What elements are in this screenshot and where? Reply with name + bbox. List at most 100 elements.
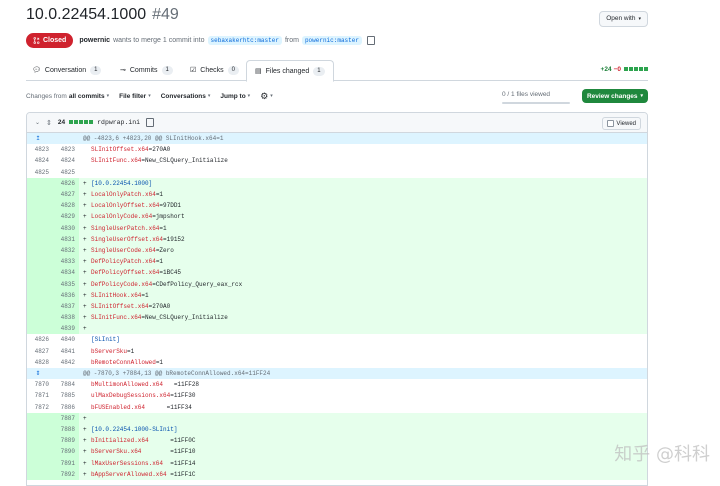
conversations-dropdown[interactable]: Conversations ▾ [161, 93, 211, 100]
tab-files-changed[interactable]: ▤ Files changed 1 [246, 60, 334, 82]
old-line-number [27, 256, 53, 268]
review-changes-button[interactable]: Review changes ▾ [582, 89, 648, 103]
diff-line-row: 4823 4823 SLInitOffset.x64 =270A0 [27, 144, 647, 156]
tab-checks[interactable]: ☑ Checks 0 [190, 60, 239, 80]
ini-key: bAppServerAllowed.x64 [91, 470, 167, 478]
diff-line-row: 4831 + SingleUserOffset.x64 =19152 [27, 233, 647, 245]
checkbox-icon [607, 120, 615, 127]
diff-line-row: 4825 4825 [27, 166, 647, 178]
new-line-number: 4832 [53, 244, 79, 257]
open-with-button[interactable]: Open with ▾ [599, 11, 648, 27]
ini-value: =CDefPolicy_Query_eax_rcx [152, 280, 243, 288]
jump-to-label: Jump to [220, 92, 246, 100]
viewed-checkbox[interactable]: Viewed [602, 117, 641, 130]
old-line-number [27, 435, 53, 447]
file-filter-dropdown[interactable]: File filter ▾ [119, 93, 151, 100]
copy-icon[interactable] [366, 35, 375, 45]
expand-icon[interactable]: ⇕ [27, 367, 53, 380]
review-changes-label: Review changes [586, 92, 638, 100]
old-line-number [27, 323, 53, 335]
diff-prefix: + [83, 235, 87, 243]
diff-prefix: + [83, 258, 87, 266]
tab-label: Conversation [44, 66, 87, 74]
open-with-label: Open with [606, 15, 636, 22]
new-line-number: 4833 [53, 256, 79, 268]
code-line: + SingleUserPatch.x64 =1 [79, 222, 647, 234]
file-header: ⌄ ⇕ 24 rdpwrap.ini Viewed [27, 113, 647, 133]
ini-key: SLInitOffset.x64 [91, 302, 149, 310]
diff-prefix [83, 169, 91, 176]
code-line: + [79, 412, 647, 424]
chevron-down-icon: ▾ [106, 93, 110, 99]
code-line [79, 166, 647, 178]
old-line-number [27, 244, 53, 257]
diff-prefix: + [83, 224, 87, 232]
changes-from-dropdown[interactable]: Changes from all commits ▾ [26, 93, 109, 100]
code-line: + lMaxUserSessions.x64 =11FF14 [79, 457, 647, 469]
tab-commits[interactable]: ⊸ Commits 1 [120, 60, 173, 80]
ini-key: bRemoteConnAllowed [91, 358, 156, 366]
new-line-number [53, 367, 79, 380]
from-text: from [284, 36, 299, 44]
diff-prefix: + [83, 470, 87, 478]
diff-prefix [83, 157, 91, 164]
new-line-number: 4838 [53, 312, 79, 324]
diff-line-row: 7888 + [10.0.22454.1000-SLInit] [27, 423, 647, 436]
diff-line-row: 4834 + DefPolicyOffset.x64 =1BC45 [27, 267, 647, 279]
diff-prefix [83, 404, 91, 411]
new-line-number: 4829 [53, 211, 79, 223]
old-line-number [27, 211, 53, 223]
chevron-down-icon[interactable]: ⌄ [35, 119, 40, 126]
checks-icon: ☑ [190, 67, 197, 74]
ini-value: =Zero [155, 246, 174, 254]
expand-icon[interactable]: ↥ [27, 133, 53, 145]
ini-value: =1 [155, 258, 164, 266]
new-line-number: 4841 [60, 347, 75, 355]
files-viewed-progress [502, 102, 570, 104]
ini-key: SingleUserOffset.x64 [91, 235, 164, 243]
hunk-header-row[interactable]: ↥ @@ -4823,6 +4823,20 @@ SLInitHook.x64=1 [27, 133, 647, 145]
code-line: + SingleUserOffset.x64 =19152 [79, 233, 647, 245]
tab-label: Checks [200, 66, 224, 74]
new-line-number: 4840 [60, 336, 75, 344]
author-link[interactable]: powernic [79, 37, 110, 44]
hunk-header-row[interactable]: ⇕ @@ -7870,3 +7884,13 @@ bRemoteConnAllow… [27, 367, 647, 380]
tab-count: 1 [90, 65, 102, 75]
code-line: bServerSku =1 [79, 345, 647, 357]
tab-label: Files changed [265, 67, 310, 75]
diffstat-bar [623, 66, 648, 73]
jump-to-dropdown[interactable]: Jump to ▾ [220, 93, 250, 100]
tab-conversation[interactable]: 💬︎ Conversation 1 [32, 60, 102, 80]
diff-line-row: 4837 + SLInitOffset.x64 =270A0 [27, 300, 647, 312]
diff-prefix [83, 381, 91, 388]
ini-value: =270A0 [148, 302, 171, 310]
diff-prefix: + [83, 202, 87, 210]
code-line: + SLInitFunc.x64 =New_CSLQuery_Initialize [79, 312, 647, 324]
base-branch[interactable]: sebaxakerhtc:master [207, 35, 282, 45]
file-name[interactable]: rdpwrap.ini [97, 119, 140, 126]
diff-line-row: 4827 + LocalOnlyPatch.x64 =1 [27, 188, 647, 201]
old-line-number: 4828 [34, 358, 49, 366]
old-line-number [27, 312, 53, 324]
tab-count: 0 [227, 65, 239, 75]
tab-label: Commits [129, 66, 158, 74]
ini-value: =New_CSLQuery_Initialize [141, 314, 228, 322]
new-line-number: 4835 [53, 278, 79, 290]
ini-value: =1 [155, 191, 164, 199]
code-line: + SingleUserCode.x64 =Zero [79, 244, 647, 257]
code-line: + LocalOnlyPatch.x64 =1 [79, 188, 647, 201]
pr-number: #49 [152, 6, 179, 23]
ini-key: LocalOnlyOffset.x64 [91, 202, 160, 210]
copy-icon[interactable] [146, 118, 155, 127]
code-line: SLInitOffset.x64 =270A0 [79, 144, 647, 156]
ini-value: =270A0 [148, 146, 171, 154]
ini-value: =1 [127, 347, 135, 355]
diff-prefix: + [83, 269, 87, 277]
ini-key: LocalOnlyCode.x64 [91, 213, 153, 221]
diff-line-row: 7891 + lMaxUserSessions.x64 =11FF14 [27, 457, 647, 469]
diff-settings-dropdown[interactable]: ⚙ ▾ [260, 91, 273, 102]
viewed-label: Viewed [616, 120, 636, 127]
head-branch[interactable]: powernic:master [301, 35, 362, 45]
expand-icon[interactable]: ⇕ [46, 119, 52, 127]
code-line: + bServerSku.x64 =11FF10 [79, 446, 647, 458]
